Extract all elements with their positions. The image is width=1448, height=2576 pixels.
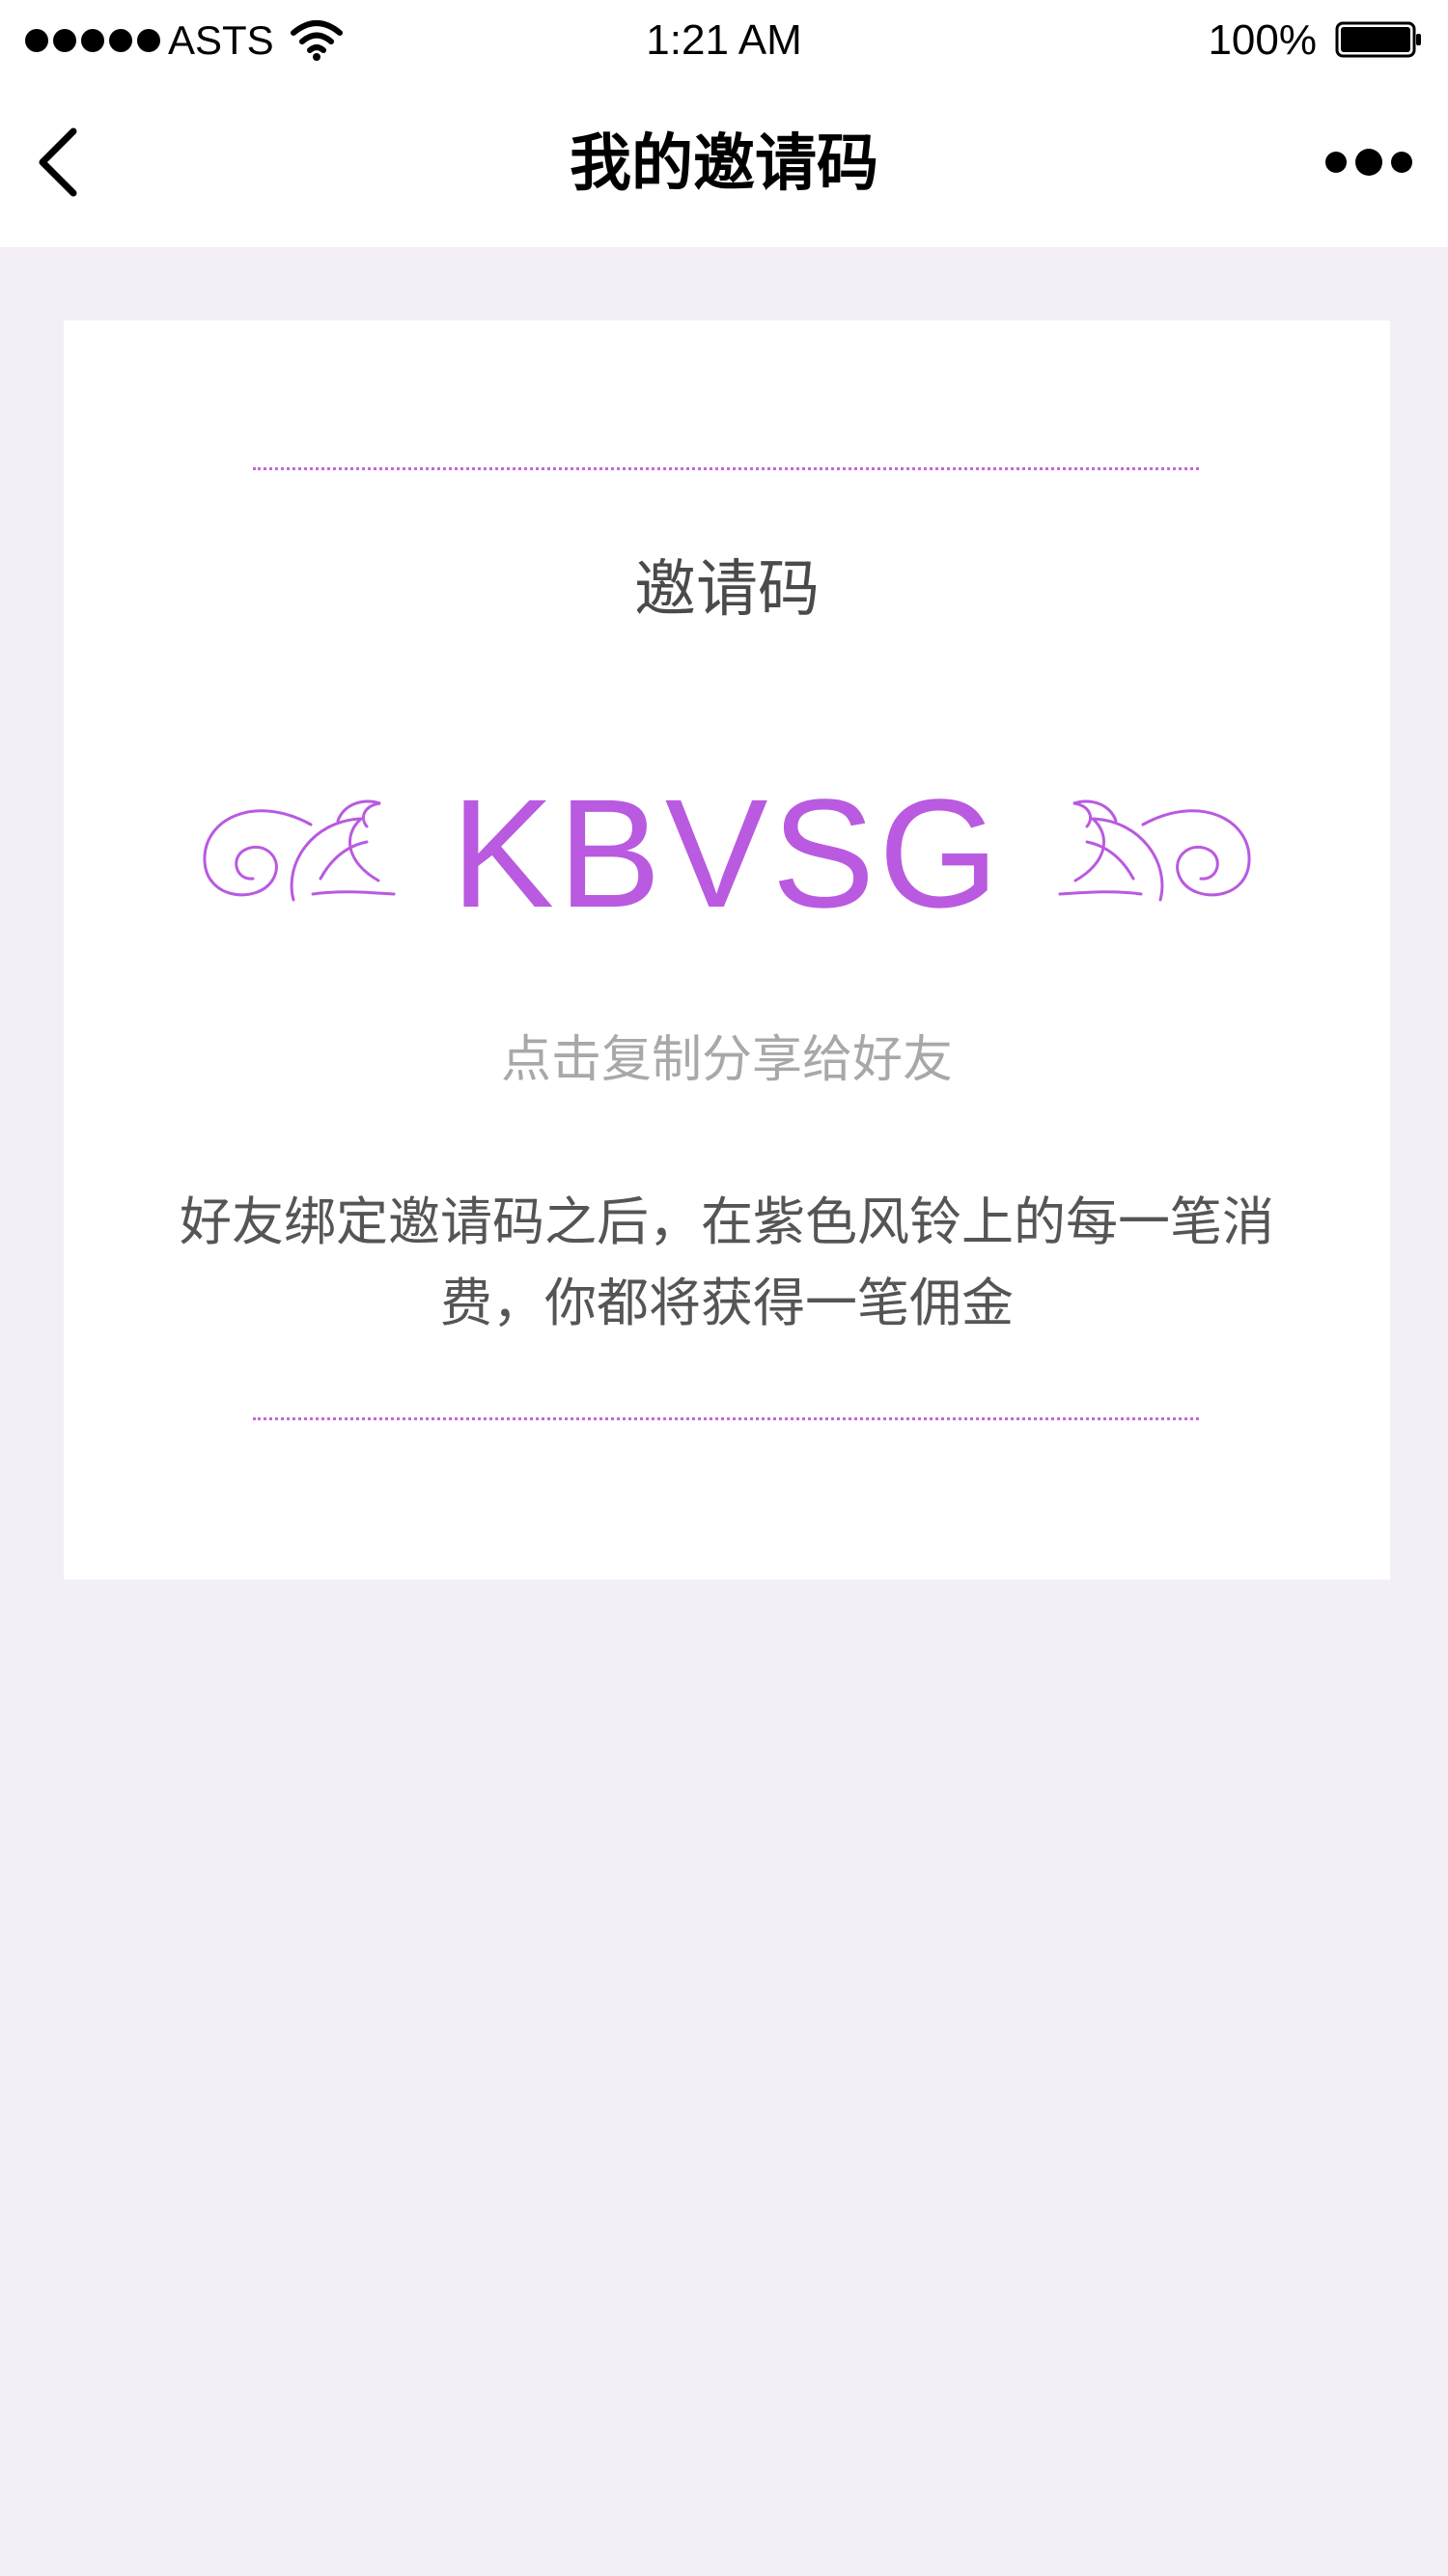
copy-share-hint[interactable]: 点击复制分享给好友 [64, 1023, 1390, 1097]
bottom-dotted-divider [253, 1417, 1199, 1420]
decorative-flourish-icon [1058, 799, 1251, 902]
invite-card: 邀请码 KBVSG 点击复制分享给好友 好友绑定邀请码之后，在紫色风铃上的每一笔… [64, 321, 1390, 1580]
battery-percent: 100% [1208, 16, 1317, 64]
card-title: 邀请码 [634, 554, 820, 626]
navigation-bar: 我的邀请码 [0, 79, 1448, 247]
status-bar: ASTS 1:21 AM 100% [0, 0, 1448, 79]
invite-code-screen: ASTS 1:21 AM 100% 我的邀请码 邀请码 KBVSG 点击复制分享… [0, 0, 1448, 2576]
page-title: 我的邀请码 [570, 128, 878, 200]
invite-description: 好友绑定邀请码之后，在紫色风铃上的每一笔消费，你都将获得一笔佣金 [180, 1191, 1274, 1333]
battery-full-icon [1335, 21, 1421, 58]
more-dots-icon [1325, 149, 1412, 176]
invite-code-row: KBVSG [64, 757, 1390, 950]
top-dotted-divider [253, 467, 1199, 470]
more-button[interactable] [1323, 139, 1415, 185]
